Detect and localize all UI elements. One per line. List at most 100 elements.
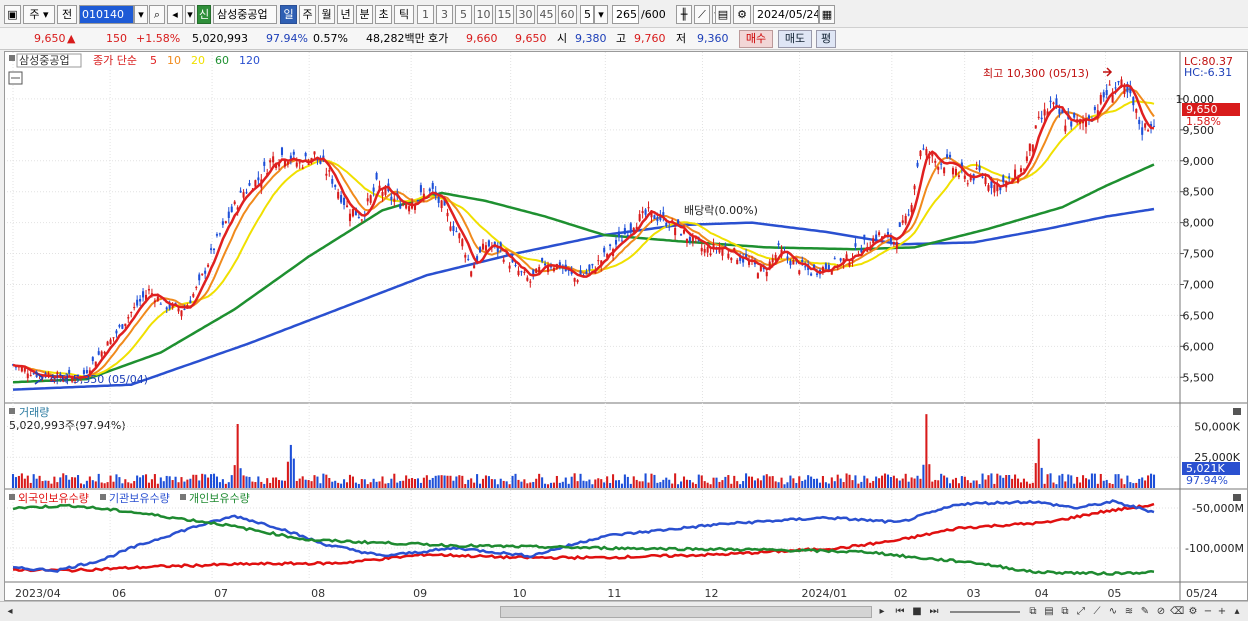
chart-svg[interactable]: 5,500 6,000 6,500 7,000 7,500 8,000 8,500 9,000… bbox=[5, 52, 1247, 600]
tab-minute[interactable]: 분 bbox=[356, 5, 373, 24]
expand-icon[interactable]: ⤢ bbox=[1074, 605, 1088, 619]
candle-body bbox=[1093, 106, 1096, 111]
lines-icon[interactable]: ≋ bbox=[1122, 605, 1136, 619]
candle-body bbox=[467, 258, 470, 260]
chart-area[interactable]: 5,500 6,000 6,500 7,000 7,500 8,000 8,500 9,000… bbox=[4, 51, 1248, 601]
volume-bar bbox=[479, 483, 482, 488]
candle-body bbox=[334, 184, 337, 187]
layout-icon[interactable]: ⧉ bbox=[1026, 605, 1040, 619]
first-page-icon[interactable]: ⏮ bbox=[892, 605, 908, 619]
speaker-icon[interactable]: ◂ bbox=[167, 5, 183, 24]
candle-body bbox=[609, 244, 612, 247]
code-dropdown-icon[interactable]: ▾ bbox=[134, 5, 148, 24]
candle-body bbox=[898, 222, 901, 227]
calendar-icon[interactable]: ▦ bbox=[819, 5, 835, 24]
trade-amount: 48,282백만 bbox=[366, 32, 425, 45]
volume-bar bbox=[813, 478, 816, 488]
draw-line-icon[interactable]: ⟋ bbox=[694, 5, 710, 24]
minute-opt-15[interactable]: 15 bbox=[495, 5, 514, 24]
date-input[interactable]: 2024/05/24 bbox=[753, 5, 819, 24]
volume-bar bbox=[786, 482, 789, 488]
volume-bar bbox=[97, 473, 100, 488]
volume-bar bbox=[254, 482, 257, 488]
save-icon[interactable]: ▤ bbox=[715, 5, 731, 24]
minute-opt-45[interactable]: 45 bbox=[537, 5, 556, 24]
candle-body bbox=[147, 289, 151, 291]
volume-bar bbox=[1052, 482, 1055, 488]
quote-info-bar: 9,650 ▲ 150 +1.58% 5,020,993 97.94% 0.57… bbox=[0, 28, 1248, 50]
volume-bar bbox=[109, 475, 112, 488]
tab-year[interactable]: 년 bbox=[337, 5, 354, 24]
eraser-icon[interactable]: ⌫ bbox=[1170, 605, 1184, 619]
tab-tick[interactable]: 틱 bbox=[394, 5, 414, 24]
candle-body bbox=[345, 205, 349, 208]
buy-button[interactable]: 매수 bbox=[739, 30, 773, 48]
chart-copy-icon[interactable]: ⧉ bbox=[1058, 605, 1072, 619]
candle-body bbox=[700, 248, 703, 252]
candle-body bbox=[189, 300, 192, 304]
trend-icon[interactable]: ⟋ bbox=[1090, 605, 1104, 619]
evaluate-button[interactable]: 평 bbox=[816, 30, 836, 48]
zoom-out-icon[interactable]: − bbox=[1202, 605, 1214, 619]
minute-opt-60[interactable]: 60 bbox=[558, 5, 577, 24]
minute-opt-5[interactable]: 5 bbox=[455, 5, 472, 24]
minute-opt-10[interactable]: 10 bbox=[474, 5, 493, 24]
volume-bar bbox=[245, 476, 248, 488]
candle-body bbox=[292, 151, 295, 155]
candle-body bbox=[239, 190, 242, 193]
volume-bar bbox=[207, 477, 210, 488]
y-tick-label: 7,000 bbox=[1183, 278, 1215, 291]
volume-bar bbox=[886, 474, 889, 488]
sell-button[interactable]: 매도 bbox=[778, 30, 812, 48]
interval-dropdown-icon[interactable]: ▾ bbox=[594, 5, 608, 24]
count-input[interactable]: 265 bbox=[612, 5, 639, 24]
candle-body bbox=[97, 351, 100, 355]
zoom-in-icon[interactable]: + bbox=[1216, 605, 1228, 619]
interval-input[interactable]: 5 bbox=[580, 5, 594, 24]
volume-bar bbox=[313, 475, 316, 488]
settings-icon[interactable]: ⚙ bbox=[1186, 605, 1200, 619]
scroll-thumb[interactable] bbox=[500, 606, 872, 618]
volume-bar bbox=[940, 473, 943, 488]
pen-icon[interactable]: ✎ bbox=[1138, 605, 1152, 619]
volume-bar bbox=[656, 482, 659, 488]
volume-bar bbox=[1028, 483, 1031, 488]
volume-bar bbox=[860, 481, 863, 488]
chart-type-icon[interactable]: ▣ bbox=[4, 5, 21, 24]
gear-icon[interactable]: ⚙ bbox=[733, 5, 751, 24]
x-axis-label: 11 bbox=[607, 587, 621, 600]
last-page-icon[interactable]: ⏭ bbox=[926, 605, 942, 619]
nav-down-icon[interactable]: ▾ bbox=[185, 5, 195, 24]
candle-icon[interactable]: ╫ bbox=[676, 5, 692, 24]
minute-opt-30[interactable]: 30 bbox=[516, 5, 535, 24]
wave-icon[interactable]: ∿ bbox=[1106, 605, 1120, 619]
tab-week[interactable]: 주 bbox=[299, 5, 316, 24]
grid-icon[interactable]: ▤ bbox=[1042, 605, 1056, 619]
tab-month[interactable]: 월 bbox=[318, 5, 335, 24]
stop-icon[interactable]: ■ bbox=[910, 605, 924, 619]
minute-opt-1[interactable]: 1 bbox=[417, 5, 434, 24]
volume-bar bbox=[978, 484, 981, 488]
market-type-select[interactable]: 주 ▾ bbox=[23, 5, 55, 24]
tab-second[interactable]: 초 bbox=[375, 5, 392, 24]
volume-bar bbox=[1061, 473, 1064, 488]
tab-day[interactable]: 일 bbox=[280, 5, 297, 24]
volume-bar bbox=[981, 473, 984, 488]
candle-body bbox=[331, 178, 334, 184]
candle-body bbox=[706, 247, 709, 253]
prev-button[interactable]: 전 bbox=[57, 5, 77, 24]
code-input[interactable]: 010140 bbox=[79, 5, 134, 24]
zoom-slider[interactable] bbox=[950, 611, 1020, 613]
search-icon[interactable]: ⌕ bbox=[149, 5, 165, 24]
volume-bar bbox=[56, 482, 59, 488]
expand-arrow-icon[interactable]: ▴ bbox=[1230, 605, 1244, 619]
candle-body bbox=[804, 266, 807, 268]
volume-bar bbox=[603, 482, 606, 488]
minute-opt-3[interactable]: 3 bbox=[436, 5, 453, 24]
scrollbar[interactable]: ◂ ▸ ⏮ ■ ⏭ ⧉ ▤ ⧉ ⤢ ⟋ ∿ ≋ ✎ ⊘ ⌫ ⚙ − + ▴ bbox=[0, 601, 1248, 621]
scroll-left-icon[interactable]: ◂ bbox=[4, 605, 16, 619]
volume-bar bbox=[718, 481, 721, 488]
fib-icon[interactable]: ⊘ bbox=[1154, 605, 1168, 619]
scroll-right-icon[interactable]: ▸ bbox=[876, 605, 888, 619]
volume-bar bbox=[821, 475, 824, 488]
